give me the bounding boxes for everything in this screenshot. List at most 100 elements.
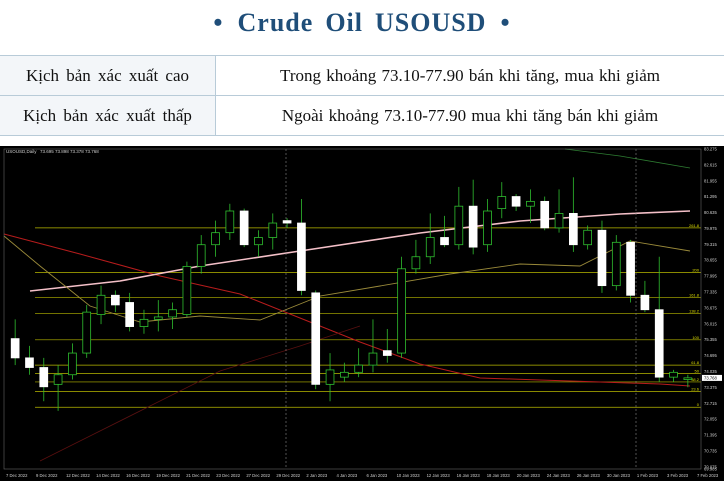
candle-body-bull [82,311,92,354]
candle [425,213,435,264]
x-tick-label: 6 Jan 2023 [367,473,388,478]
x-tick-label: 16 Jan 2023 [457,473,481,478]
candle [297,198,306,296]
candle-body-bull [397,268,406,354]
candle [254,230,263,257]
candle-body-bull [368,352,378,366]
candle-body-bear [569,213,578,246]
candle-body-bull [611,241,621,287]
candle [468,179,478,255]
candle [397,256,406,358]
x-tick-label: 16 Dec 2022 [126,473,150,478]
candle-body-bear [239,210,249,246]
candle-body-bull [583,229,592,246]
candle-body-bull [411,256,421,270]
candle-body-bear [382,350,392,356]
candle [483,198,492,252]
candle-body-bull [53,374,63,385]
y-tick-label: 81.295 [704,194,717,199]
candle-body-bull [526,200,535,207]
y-tick-label: 77.995 [704,274,717,279]
candle [640,280,650,313]
candle [196,235,206,274]
scenario-row-high: Kịch bản xác xuất cao Trong khoảng 73.10… [0,55,724,96]
page-title: • Crude Oil USOUSD • [0,0,724,46]
candle [654,256,664,382]
candle [82,304,92,358]
fib-level-label: 61.8 [691,360,700,365]
y-tick-label: 78.655 [704,258,717,263]
candle-body-bull [354,364,363,373]
candle [440,215,449,248]
moving-average-olive [3,235,691,323]
moving-average-pink [29,210,691,292]
candle-body-bull [211,232,220,246]
candle [268,213,278,250]
x-tick-label: 7 Dec 2022 [6,473,28,478]
title-word-oil: Oil [325,8,363,37]
candle-body-bear [626,241,635,296]
fib-level-label: 23.6 [691,387,700,392]
candle-body-bear [654,309,664,378]
candle-body-bull [68,352,77,376]
x-tick-label: 14 Dec 2022 [96,473,120,478]
y-tick-label: 72.715 [704,401,717,406]
candle-body-bear [10,338,20,359]
x-tick-label: 10 Jan 2023 [397,473,421,478]
candle [39,357,49,402]
y-tick-label: 70.735 [704,448,717,453]
title-word-crude: Crude [237,8,314,37]
y-tick-label: 76.675 [704,305,717,310]
candle-body-bull [139,318,149,327]
fib-level-label: 261.8 [689,223,700,228]
chart-ohlc-label: 73.695 73.898 73.378 73.768 [40,149,99,154]
candle [382,328,392,363]
moving-average-red [3,233,691,387]
candle-body-bear [640,294,650,311]
title-word-symbol: USOUSD [374,8,487,37]
candle-body-bull [683,377,693,380]
candle-body-bull [340,371,349,378]
scenario-value-low: Ngoài khoảng 73.10-77.90 mua khi tăng bá… [215,95,724,136]
candle [325,353,335,402]
candle [554,189,564,233]
y-tick-label: 74.695 [704,353,717,358]
candle-body-bear [597,229,607,287]
candle [411,239,421,274]
candle [669,369,678,382]
x-tick-label: 7 Feb 2023 [697,473,719,478]
candle-body-bear [540,200,550,229]
candle-body-bear [440,237,449,246]
x-tick-label: 3 Feb 2023 [667,473,689,478]
y-tick-label: 75.355 [704,337,717,342]
candle-body-bear [468,205,478,248]
y-tick-label: 72.055 [704,417,717,422]
x-tick-label: 29 Dec 2022 [276,473,300,478]
candle [153,300,163,332]
y-tick-label: 80.635 [704,210,717,215]
candle [282,218,292,228]
x-tick-label: 2 Jan 2023 [306,473,327,478]
candle [211,220,220,257]
candle-body-bear [25,357,34,368]
y-tick-label: 73.375 [704,385,717,390]
scenario-label-high: Kịch bản xác xuất cao [0,55,216,96]
x-tick-label: 21 Dec 2022 [186,473,210,478]
x-tick-label: 1 Feb 2023 [637,473,659,478]
y-tick-label: 69.985 [704,467,717,472]
title-bullet-right: • [500,8,511,37]
y-tick-label: 77.335 [704,290,717,295]
candle-body-bull [96,294,106,315]
plot-frame [3,148,702,470]
candle [454,186,464,250]
x-tick-label: 9 Dec 2022 [36,473,58,478]
price-chart: 261.8 200 161.8 138.2 100 61.8 50 38.2 23.6 0 83.… [0,146,724,481]
scenario-row-low: Kịch bản xác xuất thấp Ngoài khoảng 73.1… [0,95,724,136]
candle-body-bull [425,237,435,258]
x-tick-label: 23 Dec 2022 [216,473,240,478]
candle [526,189,535,224]
candle [497,182,507,219]
candle [611,235,621,291]
fib-level-label: 161.8 [689,293,700,298]
x-tick-label: 20 Jan 2023 [517,473,541,478]
